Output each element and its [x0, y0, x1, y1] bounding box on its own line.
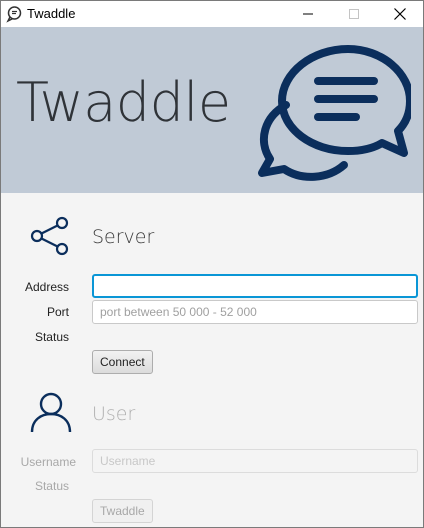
share-icon [29, 215, 71, 262]
user-section-title: User [92, 403, 136, 425]
server-section-title: Server [92, 226, 155, 248]
connect-button[interactable]: Connect [92, 350, 153, 374]
app-window: Twaddle Twaddle Server Address Port port… [0, 0, 424, 528]
app-name-heading: Twaddle [16, 71, 231, 134]
address-label: Address [24, 280, 69, 294]
chat-bubble-icon [5, 5, 23, 23]
user-status-label: Status [34, 479, 69, 493]
window-title: Twaddle [27, 6, 76, 21]
username-input[interactable] [92, 449, 418, 473]
minimize-icon [303, 9, 313, 19]
server-status-label: Status [34, 330, 69, 344]
close-button[interactable] [377, 1, 423, 27]
user-icon [29, 390, 73, 439]
maximize-button[interactable] [331, 1, 377, 27]
title-bar[interactable]: Twaddle [1, 1, 423, 27]
address-input[interactable] [92, 274, 418, 298]
port-input[interactable] [92, 300, 418, 324]
username-label: Username [20, 455, 76, 469]
maximize-icon [349, 9, 359, 19]
port-label: Port [46, 305, 69, 319]
header-banner: Twaddle [1, 27, 423, 193]
twaddle-button[interactable]: Twaddle [92, 499, 153, 523]
chat-bubbles-logo-icon [256, 43, 414, 191]
close-icon [394, 8, 406, 20]
minimize-button[interactable] [285, 1, 331, 27]
